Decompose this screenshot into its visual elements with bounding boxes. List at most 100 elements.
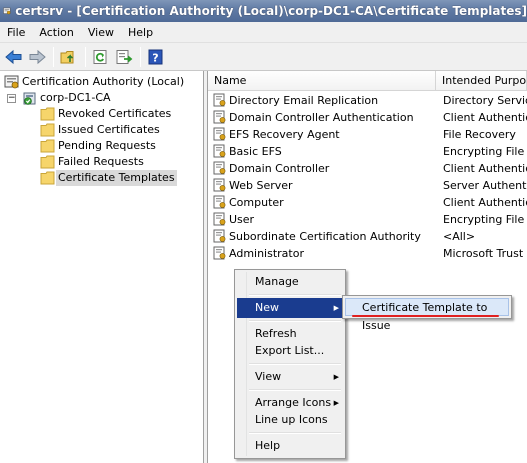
folder-icon — [40, 107, 55, 121]
certificate-template-icon — [213, 195, 226, 209]
toolbar: ? — [0, 43, 527, 71]
menu-separator — [249, 363, 341, 365]
cell-intended-purpose: Encrypting File Sy — [443, 145, 527, 158]
certsrv-app-icon — [3, 7, 11, 15]
cell-template-name: Web Server — [229, 179, 293, 192]
menu-action[interactable]: Action — [32, 22, 80, 43]
folder-icon — [40, 171, 55, 185]
cell-template-name: Basic EFS — [229, 145, 282, 158]
cell-template-name: Computer — [229, 196, 284, 209]
menu-separator — [249, 432, 341, 434]
table-row[interactable]: User Encrypting File Sy — [208, 211, 527, 228]
menu-item-view[interactable]: View ▶ — [237, 367, 343, 387]
up-folder-icon[interactable] — [58, 46, 80, 68]
certificate-template-icon — [213, 178, 226, 192]
certificate-authority-icon — [4, 75, 19, 89]
submenu-arrow-icon: ▶ — [333, 304, 339, 312]
context-menu: Manage New ▶ Refresh Export List... View… — [234, 269, 346, 459]
table-row[interactable]: Basic EFS Encrypting File Sy — [208, 143, 527, 160]
menu-item-manage[interactable]: Manage — [237, 272, 343, 292]
collapse-icon[interactable]: − — [7, 94, 16, 103]
toolbar-separator — [85, 46, 86, 67]
tree-root[interactable]: Certification Authority (Local) — [4, 74, 186, 90]
menu-item-line-up-icons[interactable]: Line up Icons — [237, 410, 343, 430]
tree-node-failed[interactable]: Failed Requests — [40, 154, 146, 170]
column-header-name[interactable]: Name — [208, 71, 436, 91]
svg-text:?: ? — [152, 51, 158, 64]
certificate-template-icon — [213, 144, 226, 158]
tree-node-pending[interactable]: Pending Requests — [40, 138, 158, 154]
table-row[interactable]: Domain Controller Client Authenticat — [208, 160, 527, 177]
toolbar-separator — [53, 46, 54, 67]
cell-intended-purpose: <All> — [443, 230, 476, 243]
cell-intended-purpose: Server Authentica — [443, 179, 527, 192]
certificate-template-icon — [213, 246, 226, 260]
tree-ca-node[interactable]: corp-DC1-CA — [22, 90, 113, 106]
table-row[interactable]: Administrator Microsoft Trust Lis — [208, 245, 527, 262]
table-row[interactable]: Directory Email Replication Directory Ser… — [208, 92, 527, 109]
cell-intended-purpose: File Recovery — [443, 128, 516, 141]
table-row[interactable]: EFS Recovery Agent File Recovery — [208, 126, 527, 143]
menu-item-help[interactable]: Help — [237, 436, 343, 456]
title-bar: certsrv - [Certification Authority (Loca… — [0, 0, 527, 22]
tree-node-label: Issued Certificates — [58, 123, 160, 136]
table-row[interactable]: Domain Controller Authentication Client A… — [208, 109, 527, 126]
certificate-template-icon — [213, 110, 226, 124]
cell-template-name: User — [229, 213, 255, 226]
certificate-template-icon — [213, 212, 226, 226]
menu-item-new-label: New — [255, 301, 279, 314]
cell-template-name: Subordinate Certification Authority — [229, 230, 421, 243]
forward-arrow-icon[interactable] — [26, 46, 48, 68]
folder-icon — [40, 139, 55, 153]
menu-bar: File Action View Help — [0, 22, 527, 43]
menu-help[interactable]: Help — [121, 22, 160, 43]
cell-template-name: Directory Email Replication — [229, 94, 379, 107]
ca-server-icon — [23, 92, 36, 105]
certificate-template-icon — [213, 93, 226, 107]
refresh-icon[interactable] — [90, 46, 112, 68]
cell-intended-purpose: Directory Service — [443, 94, 527, 107]
help-icon[interactable]: ? — [145, 46, 167, 68]
cell-template-name: Domain Controller Authentication — [229, 111, 414, 124]
tree-root-label: Certification Authority (Local) — [22, 75, 185, 88]
certificate-template-icon — [213, 229, 226, 243]
folder-icon — [40, 123, 55, 137]
tree-node-certificate-templates[interactable]: Certificate Templates — [40, 170, 177, 186]
menu-file[interactable]: File — [0, 22, 32, 43]
table-row[interactable]: Computer Client Authenticat — [208, 194, 527, 211]
list-header: Name Intended Purpose — [208, 71, 527, 91]
menu-separator — [249, 320, 341, 322]
menu-view[interactable]: View — [81, 22, 121, 43]
menu-separator — [249, 389, 341, 391]
tree-node-label: Pending Requests — [58, 139, 156, 152]
menu-item-arrange-icons-label: Arrange Icons — [255, 396, 332, 409]
cell-intended-purpose: Client Authenticat — [443, 111, 527, 124]
cell-template-name: EFS Recovery Agent — [229, 128, 340, 141]
menu-item-certificate-template-to-issue[interactable]: Certificate Template to Issue — [345, 298, 509, 332]
menu-separator — [249, 294, 341, 296]
cell-intended-purpose: Client Authenticat — [443, 196, 527, 209]
certificate-template-icon — [213, 127, 226, 141]
menu-item-view-label: View — [255, 370, 282, 383]
menu-item-export-list[interactable]: Export List... — [237, 341, 343, 361]
back-arrow-icon[interactable] — [3, 46, 25, 68]
tree-node-label: Certificate Templates — [56, 170, 177, 186]
export-list-icon[interactable] — [113, 46, 135, 68]
console-tree: Certification Authority (Local) − corp-D… — [0, 71, 204, 463]
certificate-template-icon — [213, 161, 226, 175]
cell-intended-purpose: Client Authenticat — [443, 162, 527, 175]
cell-template-name: Domain Controller — [229, 162, 330, 175]
folder-icon — [40, 155, 55, 169]
cell-intended-purpose: Microsoft Trust Lis — [443, 247, 527, 260]
tree-node-revoked[interactable]: Revoked Certificates — [40, 106, 173, 122]
submenu-arrow-icon: ▶ — [333, 373, 339, 381]
table-row[interactable]: Subordinate Certification Authority <All> — [208, 228, 527, 245]
tree-node-issued[interactable]: Issued Certificates — [40, 122, 162, 138]
cell-intended-purpose: Encrypting File Sy — [443, 213, 527, 226]
tree-node-label: Failed Requests — [58, 155, 144, 168]
menu-item-new[interactable]: New ▶ — [237, 298, 343, 318]
tree-ca-label: corp-DC1-CA — [40, 91, 111, 104]
table-row[interactable]: Web Server Server Authentica — [208, 177, 527, 194]
column-header-purpose[interactable]: Intended Purpose — [436, 71, 527, 91]
annotation-underline — [352, 315, 499, 317]
